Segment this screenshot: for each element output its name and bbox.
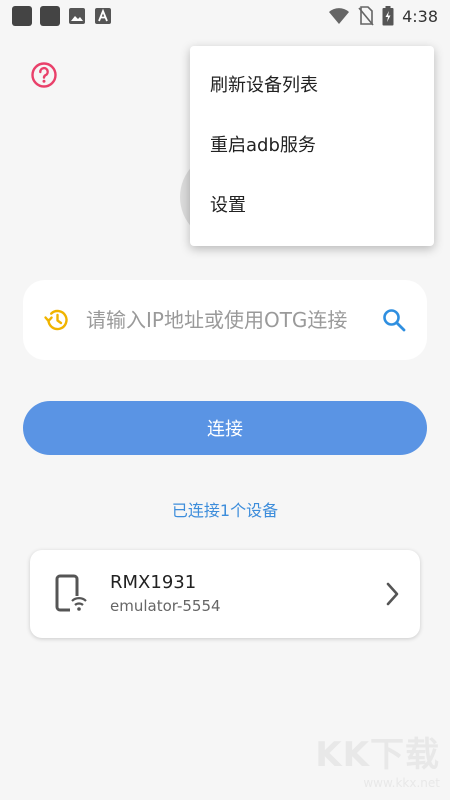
device-info: RMX1931 emulator-5554: [110, 571, 382, 617]
connect-button[interactable]: 连接: [23, 401, 427, 455]
app-icon: [12, 6, 32, 26]
phone-wifi-icon: [55, 574, 87, 612]
status-right: 4:38: [328, 6, 438, 26]
device-name: RMX1931: [110, 572, 197, 593]
menu-item-settings[interactable]: 设置: [190, 174, 434, 234]
watermark-url: www.kkx.net: [363, 776, 440, 790]
device-serial: emulator-5554: [110, 597, 221, 615]
status-left: [12, 6, 112, 26]
search-icon[interactable]: [381, 307, 407, 333]
wifi-icon: [329, 8, 350, 24]
no-sim-icon: [358, 6, 374, 26]
menu-item-refresh-devices[interactable]: 刷新设备列表: [190, 54, 434, 114]
device-list-item[interactable]: RMX1931 emulator-5554: [30, 550, 420, 638]
ip-search-bar: 请输入IP地址或使用OTG连接: [23, 280, 427, 360]
battery-charging-icon: [382, 6, 394, 26]
overflow-menu: 刷新设备列表 重启adb服务 设置: [190, 46, 434, 246]
history-icon[interactable]: [43, 306, 71, 334]
chevron-right-icon: [386, 582, 399, 606]
help-icon[interactable]: [30, 61, 58, 89]
ip-address-input[interactable]: 请输入IP地址或使用OTG连接: [86, 307, 369, 333]
font-icon: [95, 8, 111, 24]
status-time: 4:38: [402, 6, 438, 26]
app-icon: [40, 6, 60, 26]
connected-devices-link[interactable]: 已连接1个设备: [0, 497, 450, 521]
status-bar: 4:38: [0, 0, 450, 32]
watermark-logo: KK下载: [315, 735, 440, 775]
watermark: KK下载 www.kkx.net: [315, 727, 440, 790]
image-icon: [69, 8, 85, 24]
menu-item-restart-adb[interactable]: 重启adb服务: [190, 114, 434, 174]
